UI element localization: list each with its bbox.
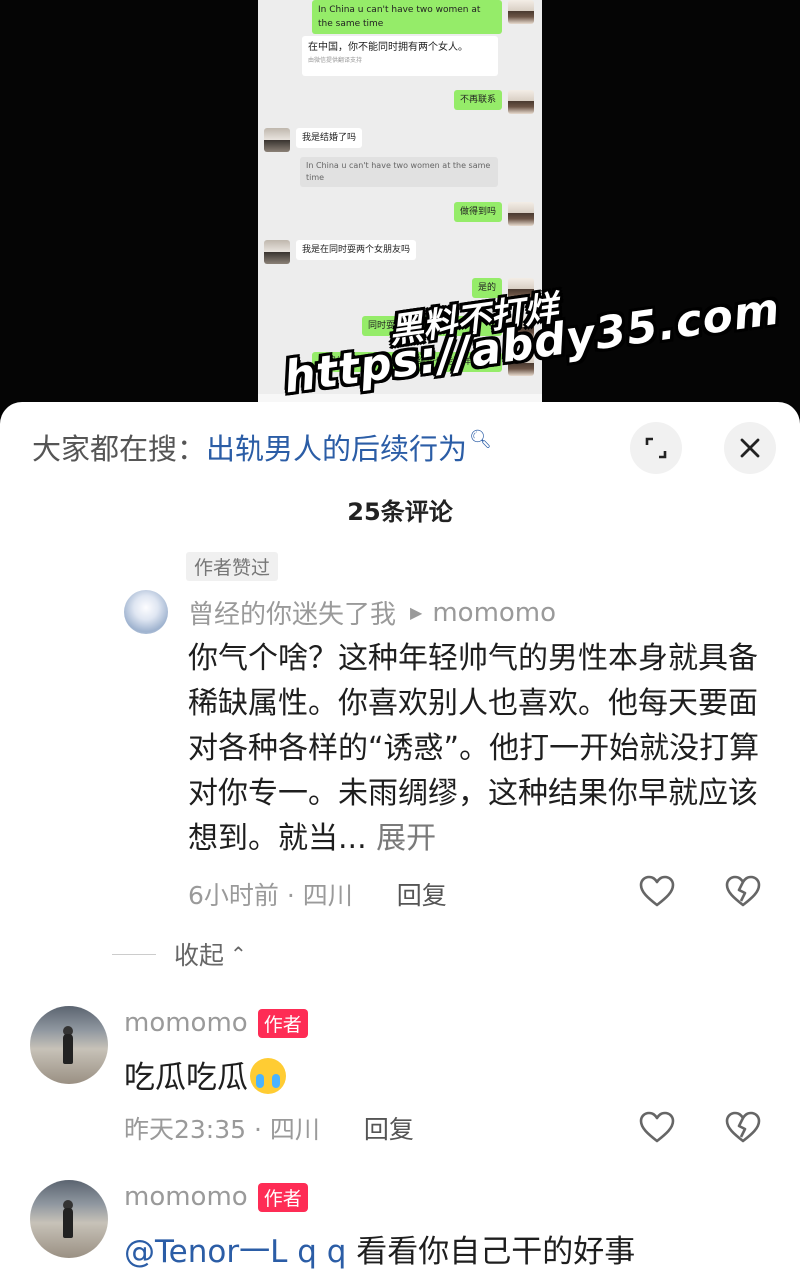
- reply-time-location: 6小时前 · 四川: [188, 881, 353, 910]
- search-suggestion-link[interactable]: 出轨男人的后续行为: [206, 426, 467, 468]
- comment-body: 看看你自己干的好事: [346, 1234, 636, 1270]
- chat-bubble: 我是在同时耍两个女朋友吗: [296, 240, 417, 260]
- translation-text: 在中国，你不能同时拥有两个女人。: [308, 42, 468, 53]
- chat-bubble: 不再联系: [453, 90, 502, 110]
- reply-username[interactable]: 曾经的你迷失了我: [188, 594, 396, 631]
- avatar[interactable]: [30, 1180, 108, 1258]
- author-liked-tag: 作者赞过: [186, 552, 279, 581]
- translation-note: 由微信提供翻译支持: [308, 57, 363, 64]
- chat-avatar-her: [508, 90, 534, 114]
- expand-icon: [645, 437, 667, 459]
- chat-bubble: 做得到吗: [453, 202, 502, 222]
- expand-more-link[interactable]: 展开: [376, 821, 436, 856]
- comment-body: 吃瓜吃瓜: [124, 1060, 248, 1096]
- divider: [112, 953, 156, 955]
- reply-button[interactable]: 回复: [364, 1115, 414, 1144]
- chat-message: 我是在同时耍两个女朋友吗: [264, 240, 417, 264]
- chat-avatar-him: [264, 240, 290, 264]
- play-arrow-icon: ▶: [410, 603, 423, 622]
- reply-body: 你气个啥？这种年轻帅气的男性本身就具备稀缺属性。你喜欢别人也喜欢。他每天要面对各…: [188, 641, 760, 856]
- author-badge: 作者: [257, 1182, 308, 1212]
- comment-username[interactable]: momomo: [124, 1008, 248, 1038]
- comment-count-title: 25条评论: [347, 498, 453, 526]
- dislike-broken-heart-icon[interactable]: [724, 874, 762, 908]
- author-badge: 作者: [257, 1008, 308, 1038]
- avatar[interactable]: [124, 590, 168, 634]
- avatar[interactable]: [30, 1006, 108, 1084]
- reply-button[interactable]: 回复: [397, 881, 447, 910]
- trending-search[interactable]: 大家都在搜： 出轨男人的后续行为 🔍︎: [32, 424, 492, 470]
- search-prefix: 大家都在搜：: [32, 432, 207, 466]
- like-heart-icon[interactable]: [638, 874, 676, 908]
- comment-meta: 昨天23:35 · 四川 回复: [124, 1110, 414, 1146]
- chat-message: 不再联系: [453, 90, 534, 114]
- chat-message: In China u can't have two women at the s…: [312, 0, 534, 34]
- chat-bubble: 我是结婚了吗: [296, 128, 363, 148]
- comment-text: 吃瓜吃瓜: [124, 1052, 286, 1097]
- comment-username[interactable]: momomo: [124, 1182, 248, 1212]
- chat-avatar-him: [264, 128, 290, 152]
- quoted-message: In China u can't have two women at the s…: [300, 157, 498, 187]
- video-area[interactable]: In China u can't have two women at the s…: [0, 0, 800, 410]
- mention-link[interactable]: @Tenor一L q q: [124, 1234, 346, 1270]
- dislike-broken-heart-icon[interactable]: [724, 1110, 762, 1144]
- comment-text: @Tenor一L q q 看看你自己干的好事: [124, 1226, 635, 1271]
- chat-avatar-her: [508, 0, 534, 24]
- chevron-up-icon: ⌃: [230, 942, 247, 966]
- comment-header: momomo 作者: [124, 1008, 308, 1038]
- comment-sheet: 大家都在搜： 出轨男人的后续行为 🔍︎ 25条评论 作者赞过 曾经的你迷失了我 …: [0, 402, 800, 1274]
- translation-card: 在中国，你不能同时拥有两个女人。 由微信提供翻译支持: [302, 36, 498, 76]
- chat-bubble: In China u can't have two women at the s…: [312, 0, 502, 34]
- comment-header: momomo 作者: [124, 1182, 308, 1212]
- reply-header: 曾经的你迷失了我 ▶ momomo: [188, 594, 556, 631]
- crying-emoji-icon: [250, 1058, 286, 1094]
- collapse-label: 收起: [174, 941, 225, 970]
- reply-text: 你气个啥？这种年轻帅气的男性本身就具备稀缺属性。你喜欢别人也喜欢。他每天要面对各…: [188, 636, 778, 861]
- close-button[interactable]: [724, 422, 776, 474]
- reply-target-username[interactable]: momomo: [432, 598, 556, 628]
- close-icon: [740, 438, 760, 458]
- like-heart-icon[interactable]: [638, 1110, 676, 1144]
- comment-time-location: 昨天23:35 · 四川: [124, 1115, 320, 1144]
- collapse-replies-button[interactable]: 收起 ⌃: [112, 936, 247, 972]
- chat-message: 我是结婚了吗: [264, 128, 363, 152]
- chat-avatar-her: [508, 202, 534, 226]
- chat-message: 做得到吗: [453, 202, 534, 226]
- reply-meta: 6小时前 · 四川 回复: [188, 876, 447, 912]
- search-icon: 🔍︎: [469, 428, 492, 450]
- expand-button[interactable]: [630, 422, 682, 474]
